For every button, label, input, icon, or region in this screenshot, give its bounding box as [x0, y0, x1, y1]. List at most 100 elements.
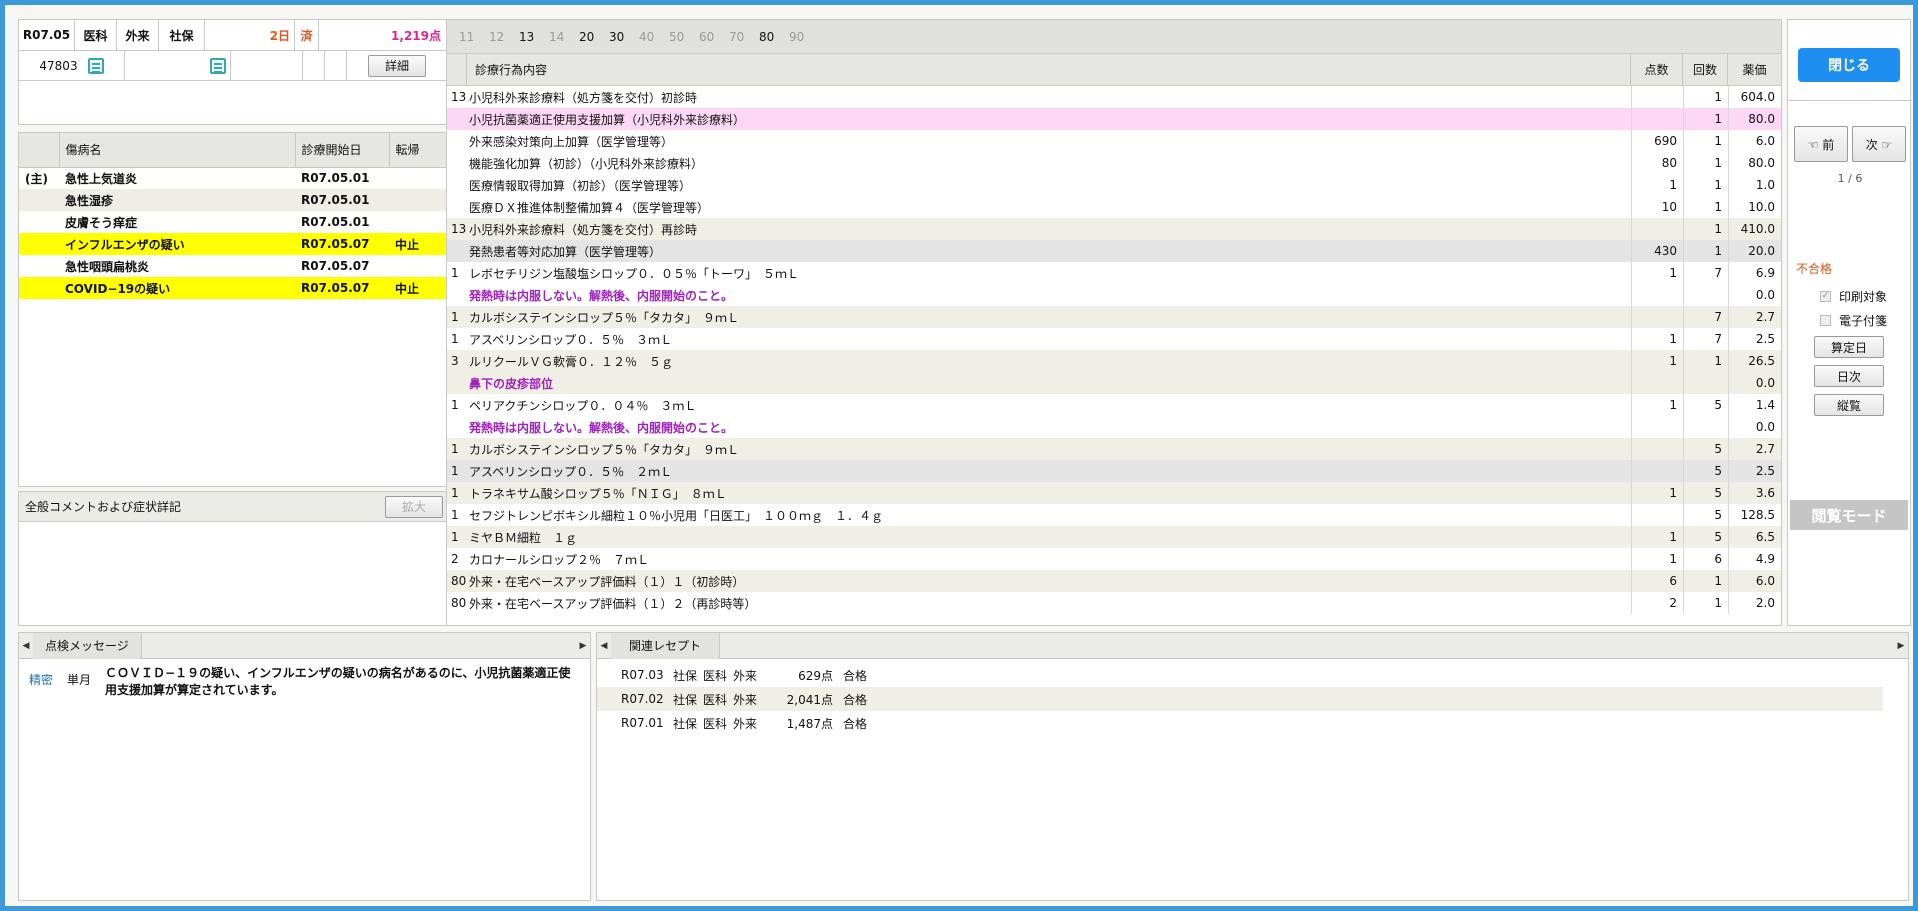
- copy-icon[interactable]: [210, 57, 226, 74]
- treatment-row[interactable]: 80 外来・在宅ベースアップ評価料（１）１（初診時） 6 1 6.0: [447, 570, 1781, 592]
- treatment-row[interactable]: 発熱時は内服しない。解熱後、内服開始のこと。 0.0: [447, 416, 1781, 438]
- scroll-left-icon[interactable]: ◀: [19, 641, 33, 651]
- check-tabbar: ◀ 点検メッセージ ▶: [19, 632, 590, 659]
- treatment-row[interactable]: 外来感染対策向上加算（医学管理等） 690 1 6.0: [447, 130, 1781, 152]
- disease-start-date: R07.05.07: [301, 259, 370, 273]
- treatment-name: レボセチリジン塩酸塩シロップ０．０５％「トーワ」 ５ｍＬ: [469, 266, 800, 281]
- disease-row[interactable]: COVID−19の疑い R07.05.07 中止: [19, 277, 447, 299]
- col-outcome[interactable]: 転帰: [389, 133, 447, 168]
- check-message-item[interactable]: 精密 単月 ＣＯＶＩＤ−１９の疑い、インフルエンザの疑いの病名があるのに、小児抗菌薬…: [29, 665, 580, 699]
- comment-body[interactable]: [19, 522, 447, 622]
- disease-row[interactable]: (主) 急性上気道炎 R07.05.01: [19, 167, 447, 189]
- treatment-price: 1.4: [1728, 394, 1781, 416]
- day-tab[interactable]: 30: [609, 30, 639, 44]
- treatment-row[interactable]: 機能強化加算（初診）（小児科外来診療料） 80 1 80.0: [447, 152, 1781, 174]
- day-tab[interactable]: 40: [639, 30, 669, 44]
- treatment-name: カルボシステインシロップ５％「タカタ」 ９ｍＬ: [469, 310, 740, 325]
- disease-prefix: [19, 211, 59, 233]
- treatment-price: 128.5: [1728, 504, 1781, 526]
- tab-check-messages[interactable]: 点検メッセージ: [33, 632, 142, 659]
- treatment-row[interactable]: 1 セフジトレンピボキシル細粒１０％小児用「日医工」 １００ｍｇ １．４ｇ 5 128…: [447, 504, 1781, 526]
- treatment-row[interactable]: 1 ペリアクチンシロップ０．０４％ ３ｍＬ 1 5 1.4: [447, 394, 1781, 416]
- electronic-attach-checkbox[interactable]: 電子付箋: [1820, 312, 1887, 329]
- scroll-left-icon[interactable]: ◀: [597, 641, 611, 651]
- treatment-price: 10.0: [1728, 196, 1781, 218]
- day-tab[interactable]: 50: [669, 30, 699, 44]
- col-start-date[interactable]: 診療開始日: [295, 133, 390, 168]
- treatment-row[interactable]: 1 カルボシステインシロップ５％「タカタ」 ９ｍＬ 7 2.7: [447, 306, 1781, 328]
- disease-row[interactable]: インフルエンザの疑い R07.05.07 中止: [19, 233, 447, 255]
- expand-button[interactable]: 拡大: [385, 495, 443, 518]
- insurance-type: 社保: [159, 20, 205, 50]
- treatment-points: 1: [1631, 394, 1683, 416]
- patient-id: 47803: [39, 58, 78, 73]
- disease-row[interactable]: 急性咽頭扁桃炎 R07.05.07: [19, 255, 447, 277]
- detail-button[interactable]: 詳細: [368, 54, 426, 77]
- check-message-panel: ◀ 点検メッセージ ▶ 精密 単月 ＣＯＶＩＤ−１９の疑い、インフルエンザの疑いの病…: [18, 632, 591, 901]
- prev-button[interactable]: ☜ 前: [1794, 126, 1848, 162]
- treatment-note: 鼻下の皮疹部位: [469, 376, 554, 391]
- day-tab[interactable]: 90: [789, 30, 819, 44]
- treatment-row[interactable]: 3 ルリクールＶＧ軟膏０．１２％ ５ｇ 1 1 26.5: [447, 350, 1781, 372]
- treatment-price: 26.5: [1728, 350, 1781, 372]
- days-count: 2日: [205, 20, 295, 50]
- treatment-points: 1: [1631, 482, 1683, 504]
- day-tab[interactable]: 13: [519, 30, 549, 44]
- treatment-row[interactable]: 発熱時は内服しない。解熱後、内服開始のこと。 0.0: [447, 284, 1781, 306]
- treatment-row[interactable]: 医療情報取得加算（初診）（医学管理等） 1 1 1.0: [447, 174, 1781, 196]
- treatment-row[interactable]: 発熱患者等対応加算（医学管理等） 430 1 20.0: [447, 240, 1781, 262]
- treatment-row[interactable]: 1 アスベリンシロップ０．５％ ３ｍＬ 1 7 2.5: [447, 328, 1781, 350]
- treatment-count: 5: [1683, 460, 1728, 482]
- treatment-points: [1631, 460, 1683, 482]
- treatment-row[interactable]: 2 カロナールシロップ２％ ７ｍＬ 1 6 4.9: [447, 548, 1781, 570]
- treatment-row[interactable]: 小児抗菌薬適正使用支援加算（小児科外来診療料） 1 80.0: [447, 108, 1781, 130]
- treatment-price: 2.5: [1728, 328, 1781, 350]
- checkbox-empty-icon: [1820, 315, 1831, 326]
- vertical-view-button[interactable]: 縦覧: [1814, 394, 1884, 416]
- treatment-row[interactable]: 1 レボセチリジン塩酸塩シロップ０．０５％「トーワ」 ５ｍＬ 1 7 6.9: [447, 262, 1781, 284]
- treatment-row[interactable]: 1 トラネキサム酸シロップ５％「ＮＩＧ」 ８ｍＬ 1 5 3.6: [447, 482, 1781, 504]
- col-prefix: [19, 133, 60, 168]
- check-message-list: 精密 単月 ＣＯＶＩＤ−１９の疑い、インフルエンザの疑いの病名があるのに、小児抗菌薬…: [19, 659, 590, 705]
- calc-date-button[interactable]: 算定日: [1814, 336, 1884, 358]
- disease-list-panel: 傷病名 診療開始日 転帰 (主) 急性上気道炎 R07.05.01 急性湿疹 R07.0…: [18, 132, 448, 487]
- tab-related-receipts[interactable]: 関連レセプト: [611, 632, 721, 659]
- col-disease-name[interactable]: 傷病名: [59, 133, 296, 168]
- treatment-row[interactable]: 1 ミヤＢＭ細粒 １ｇ 1 5 6.5: [447, 526, 1781, 548]
- day-tab[interactable]: 11: [459, 30, 489, 44]
- treatment-price: 2.5: [1728, 460, 1781, 482]
- day-tab[interactable]: 80: [759, 30, 789, 44]
- copy-icon[interactable]: [87, 57, 104, 74]
- print-target-checkbox[interactable]: ✓ 印刷対象: [1820, 288, 1887, 305]
- treatment-count: [1683, 372, 1728, 394]
- scroll-right-icon[interactable]: ▶: [1894, 641, 1908, 651]
- treatment-row[interactable]: 13 小児科外来診療料（処方箋を交付）再診時 1 410.0: [447, 218, 1781, 240]
- related-receipt-row[interactable]: R07.01 社保 医科 外来 1,487点 合格: [597, 711, 1908, 735]
- verdict-label: 不合格: [1796, 262, 1833, 276]
- treatment-row[interactable]: 1 カルボシステインシロップ５％「タカタ」 ９ｍＬ 5 2.7: [447, 438, 1781, 460]
- next-button[interactable]: 次 ☞: [1852, 126, 1906, 162]
- hand-right-icon: ☞: [1881, 137, 1893, 152]
- treatment-price: 2.7: [1728, 306, 1781, 328]
- scroll-right-icon[interactable]: ▶: [576, 641, 590, 651]
- related-receipt-row[interactable]: R07.02 社保 医科 外来 2,041点 合格: [597, 687, 1883, 711]
- day-tab[interactable]: 14: [549, 30, 579, 44]
- treatment-row[interactable]: 医療ＤＸ推進体制整備加算４（医学管理等） 10 1 10.0: [447, 196, 1781, 218]
- receipt-dept: 医科: [703, 668, 728, 683]
- treatment-row[interactable]: 鼻下の皮疹部位 0.0: [447, 372, 1781, 394]
- disease-row[interactable]: 皮膚そう痒症 R07.05.01: [19, 211, 447, 233]
- daily-button[interactable]: 日次: [1814, 365, 1884, 387]
- treatment-price: 3.6: [1728, 482, 1781, 504]
- disease-start-date: R07.05.07: [295, 277, 389, 299]
- day-tab[interactable]: 60: [699, 30, 729, 44]
- related-receipt-row[interactable]: R07.03 社保 医科 外来 629点 合格: [597, 663, 1908, 687]
- treatment-row[interactable]: 1 アスベリンシロップ０．５％ ２ｍＬ 5 2.5: [447, 460, 1781, 482]
- treatment-row[interactable]: 80 外来・在宅ベースアップ評価料（１）２（再診時等） 2 1 2.0: [447, 592, 1781, 614]
- disease-row[interactable]: 急性湿疹 R07.05.01: [19, 189, 447, 211]
- day-tab[interactable]: 70: [729, 30, 759, 44]
- day-tab[interactable]: 12: [489, 30, 519, 44]
- day-tab[interactable]: 20: [579, 30, 609, 44]
- treatment-row[interactable]: 13 小児科外来診療料（処方箋を交付）初診時 1 604.0: [447, 86, 1781, 108]
- close-button[interactable]: 閉じる: [1798, 48, 1900, 82]
- treatment-points: [1631, 504, 1683, 526]
